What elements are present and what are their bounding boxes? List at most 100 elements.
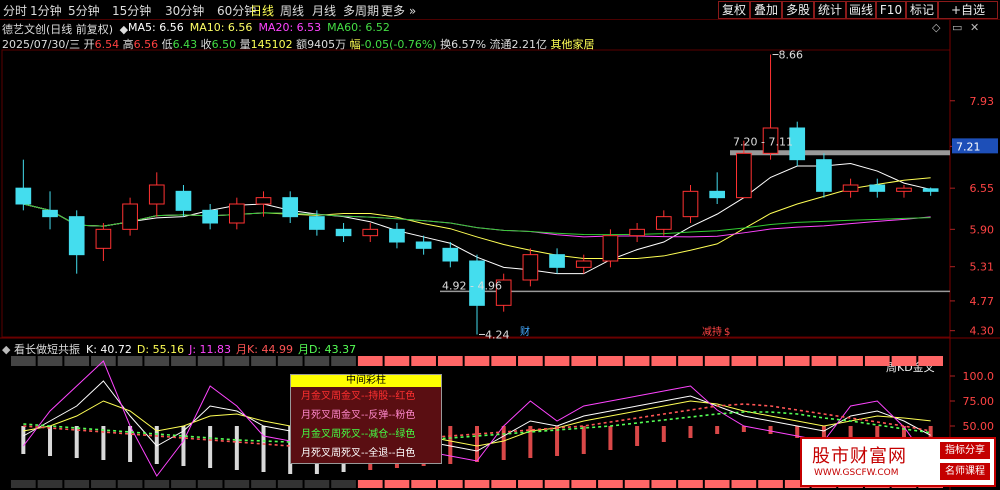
trend-bar-top — [704, 356, 730, 366]
indicator-tick-label: 50.00 — [963, 420, 995, 433]
candle-body — [869, 184, 886, 192]
price-tick-label: 4.30 — [970, 325, 995, 338]
candle-body — [736, 152, 752, 199]
candle-body — [68, 216, 85, 256]
trend-bar-bottom — [251, 480, 276, 488]
candle-body — [389, 228, 405, 243]
trend-bar-top — [864, 356, 890, 366]
candle-body — [42, 209, 58, 218]
trend-bar-bottom — [598, 480, 623, 488]
trend-bar-top — [651, 356, 677, 366]
trend-bar-top — [384, 356, 410, 366]
trend-bar-bottom — [277, 480, 303, 488]
trend-bar-bottom — [37, 480, 63, 488]
candle-body — [922, 188, 939, 192]
candle-body — [575, 260, 592, 268]
trend-bar-top — [891, 356, 917, 366]
trend-bar-top — [331, 356, 356, 366]
trend-bar-bottom — [384, 480, 410, 488]
color-column — [261, 426, 266, 472]
event-marker: 财 — [520, 325, 530, 338]
trend-bar-bottom — [437, 480, 463, 488]
trend-bar-top — [491, 356, 517, 366]
trend-bar-bottom — [331, 480, 356, 488]
trend-bar-top — [144, 356, 170, 366]
trend-bar-top — [197, 356, 223, 366]
ma60-line — [23, 203, 931, 236]
trend-bar-top — [277, 356, 303, 366]
color-column — [475, 426, 479, 462]
candle-body — [95, 228, 112, 249]
trend-bar-top — [598, 356, 623, 366]
trend-bar-bottom — [704, 480, 730, 488]
trend-bar-bottom — [357, 480, 383, 488]
trend-bar-top — [811, 356, 837, 366]
color-column — [234, 426, 239, 470]
color-column — [48, 426, 53, 456]
candle-body — [549, 254, 565, 268]
candle-body — [309, 216, 325, 230]
trend-bar-top — [784, 356, 810, 366]
candle-body — [442, 247, 459, 262]
trend-bar-bottom — [544, 480, 570, 488]
indicator-tick-label: 75.00 — [963, 395, 995, 408]
trend-bar-bottom — [144, 480, 170, 488]
trend-bar-top — [411, 356, 436, 366]
trend-bar-bottom — [411, 480, 436, 488]
color-column — [581, 426, 586, 454]
trend-bar-top — [571, 356, 597, 366]
candle-body — [629, 228, 645, 237]
trend-bar-bottom — [197, 480, 223, 488]
trend-bar-top — [838, 356, 863, 366]
trend-bar-bottom — [464, 480, 490, 488]
candle-body — [842, 184, 859, 192]
trend-bar-bottom — [758, 480, 783, 488]
trend-bar-top — [464, 356, 490, 366]
legend-item-2: 月金叉周死叉--减仓--绿色 — [301, 429, 416, 440]
trend-bar-top — [918, 356, 943, 366]
color-column — [688, 426, 693, 438]
color-column — [715, 426, 720, 434]
trend-bar-top — [171, 356, 196, 366]
trend-bar-bottom — [11, 480, 36, 488]
color-column — [21, 426, 26, 454]
trend-bar-top — [678, 356, 703, 366]
color-column — [635, 426, 640, 446]
color-column — [661, 426, 666, 442]
trend-bar-top — [117, 356, 143, 366]
candle-body — [175, 190, 192, 211]
trend-bar-top — [37, 356, 63, 366]
range-high-label: 7.20 - 7.11 — [733, 136, 793, 149]
event-marker: $ — [724, 327, 730, 338]
indicator-share-button[interactable]: 指标分享 — [940, 442, 990, 459]
range-low-label: 4.92 - 4.96 — [442, 279, 502, 292]
trend-bar-top — [518, 356, 543, 366]
legend-item-1: 月死叉周金叉--反弹--粉色 — [301, 410, 416, 421]
indicator-tick-label: 100.0 — [963, 370, 995, 383]
legend-title: 中间彩柱 — [291, 375, 441, 387]
legend-item-3: 月死叉周死叉--全退--白色 — [301, 448, 416, 459]
price-tick-label: 4.77 — [970, 295, 995, 308]
trend-bar-bottom — [171, 480, 196, 488]
color-column — [448, 426, 453, 464]
color-column — [608, 426, 613, 450]
event-marker: 减持 — [702, 325, 722, 338]
trend-bar-bottom — [731, 480, 757, 488]
watermark-title: 股市财富网 — [812, 446, 907, 467]
trend-bar-top — [251, 356, 276, 366]
high-annotation: 8.66 — [779, 49, 804, 62]
candle-body — [816, 159, 832, 192]
candle-body — [335, 228, 352, 237]
candle-body — [709, 190, 726, 199]
chart-canvas: 7.937.216.555.905.314.774.307.218.664.24… — [0, 20, 1000, 490]
candle-body — [682, 190, 699, 218]
trend-bar-bottom — [304, 480, 330, 488]
low-annotation: 4.24 — [485, 328, 510, 341]
trend-bar-top — [437, 356, 463, 366]
candle-body — [202, 209, 218, 224]
teacher-course-button[interactable]: 名师课程 — [940, 463, 990, 480]
legend-item-0: 月金叉周金叉--持股--红色 — [301, 391, 416, 402]
watermark-logo: 股市财富网 WWW.GSCFW.COM 指标分享 名师课程 — [800, 437, 996, 487]
trend-bar-bottom — [64, 480, 90, 488]
trend-bar-bottom — [571, 480, 597, 488]
